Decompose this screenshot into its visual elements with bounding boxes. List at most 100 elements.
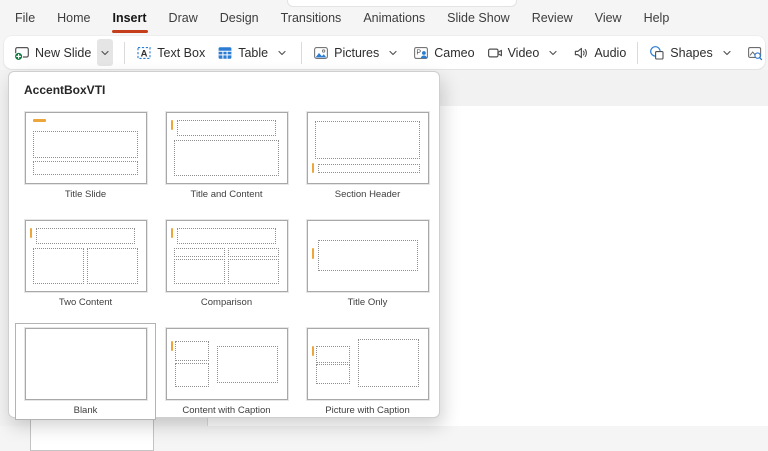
placeholder-box	[318, 240, 418, 271]
placeholder-box	[228, 248, 279, 258]
tab-label: Home	[57, 11, 90, 25]
placeholder-box	[315, 121, 420, 159]
layout-option-content-with-caption[interactable]: Content with Caption	[156, 323, 297, 420]
toolbar-button-label: Cameo	[434, 46, 474, 60]
toolbar-group-divider	[301, 42, 302, 64]
accent-mark	[312, 346, 314, 356]
layout-option-blank[interactable]: Blank	[15, 323, 156, 420]
shapes-button[interactable]: Shapes	[643, 39, 740, 66]
layout-thumbnail	[307, 328, 429, 400]
toolbar-button-label: Shapes	[670, 46, 712, 60]
placeholder-box	[36, 228, 135, 244]
layout-option-title-only[interactable]: Title Only	[297, 215, 438, 312]
tab-help[interactable]: Help	[633, 0, 681, 36]
tab-slide-show[interactable]: Slide Show	[436, 0, 521, 36]
tab-label: Slide Show	[447, 11, 510, 25]
toolbar-button-label: Table	[238, 46, 268, 60]
layout-name: Blank	[16, 405, 155, 416]
layout-option-picture-with-caption[interactable]: Picture with Caption	[297, 323, 438, 420]
shapes-icon	[649, 45, 665, 61]
chevron-down-icon[interactable]	[385, 39, 401, 66]
audio-button[interactable]: Audio	[567, 39, 632, 66]
layout-option-title-slide[interactable]: Title Slide	[15, 107, 156, 204]
chevron-down-icon[interactable]	[97, 39, 113, 66]
video-button[interactable]: Video	[481, 39, 568, 66]
stock-images-button[interactable]: Stock Images	[741, 39, 768, 66]
tab-label: Help	[644, 11, 670, 25]
tab-label: Animations	[363, 11, 425, 25]
layout-thumbnail	[166, 328, 288, 400]
toolbar-button-label: Text Box	[157, 46, 205, 60]
placeholder-box	[316, 364, 350, 384]
placeholder-box	[174, 259, 225, 284]
layout-option-comparison[interactable]: Comparison	[156, 215, 297, 312]
placeholder-box	[177, 120, 276, 136]
svg-text:A: A	[141, 48, 148, 59]
layout-grid: Title SlideTitle and ContentSection Head…	[9, 101, 439, 420]
table-button[interactable]: Table	[211, 39, 296, 66]
placeholder-box	[318, 164, 420, 173]
placeholder-box	[175, 341, 209, 361]
placeholder-box	[175, 363, 209, 387]
accent-mark	[171, 120, 173, 130]
placeholder-box	[174, 140, 279, 175]
text-box-icon: A	[136, 45, 152, 61]
tab-design[interactable]: Design	[209, 0, 270, 36]
table-icon	[217, 45, 233, 61]
tab-animations[interactable]: Animations	[352, 0, 436, 36]
svg-text:P: P	[417, 49, 422, 56]
pictures-button[interactable]: Pictures	[307, 39, 407, 66]
layout-option-section-header[interactable]: Section Header	[297, 107, 438, 204]
powerpoint-window: File Home Insert Draw Design Transitions Anima…	[0, 0, 768, 426]
tab-label: Draw	[169, 11, 198, 25]
tab-insert[interactable]: Insert	[102, 0, 158, 36]
layout-option-title-and-content[interactable]: Title and Content	[156, 107, 297, 204]
layout-name: Title Slide	[16, 189, 155, 200]
chevron-down-icon[interactable]	[719, 39, 735, 66]
tab-draw[interactable]: Draw	[158, 0, 209, 36]
layout-option-two-content[interactable]: Two Content	[15, 215, 156, 312]
placeholder-box	[87, 248, 138, 283]
layout-name: Title Only	[298, 297, 437, 308]
placeholder-box	[217, 346, 277, 383]
tab-label: Transitions	[281, 11, 342, 25]
theme-name-heading: AccentBoxVTI	[9, 72, 439, 101]
layout-name: Two Content	[16, 297, 155, 308]
accent-mark	[171, 341, 173, 351]
toolbar-button-label: Pictures	[334, 46, 379, 60]
text-box-button[interactable]: A Text Box	[130, 39, 211, 66]
cameo-button[interactable]: P Cameo	[407, 39, 480, 66]
layout-thumbnail	[307, 112, 429, 184]
layout-name: Content with Caption	[157, 405, 296, 416]
layout-name: Section Header	[298, 189, 437, 200]
layout-name: Comparison	[157, 297, 296, 308]
placeholder-box	[177, 228, 276, 244]
tab-home[interactable]: Home	[46, 0, 101, 36]
placeholder-box	[33, 131, 138, 159]
tab-label: Insert	[113, 11, 147, 25]
stock-images-icon	[747, 45, 763, 61]
layout-name: Picture with Caption	[298, 405, 437, 416]
toolbar-group-divider	[637, 42, 638, 64]
tab-label: File	[15, 11, 35, 25]
tab-label: View	[595, 11, 622, 25]
slide-panel-thumbnail[interactable]	[30, 419, 154, 451]
placeholder-box	[33, 161, 138, 174]
placeholder-box	[33, 248, 84, 283]
new-slide-layout-gallery: AccentBoxVTI Title SlideTitle and Conten…	[8, 71, 440, 418]
audio-icon	[573, 45, 589, 61]
new-slide-button[interactable]: New Slide	[8, 39, 119, 66]
accent-mark	[171, 228, 173, 238]
accent-mark	[33, 119, 46, 122]
accent-mark	[30, 228, 32, 238]
tab-file[interactable]: File	[4, 0, 46, 36]
tab-transitions[interactable]: Transitions	[270, 0, 353, 36]
placeholder-box	[228, 259, 279, 284]
tab-view[interactable]: View	[584, 0, 633, 36]
chevron-down-icon[interactable]	[545, 39, 561, 66]
chevron-down-icon[interactable]	[274, 39, 290, 66]
toolbar-button-label: Audio	[594, 46, 626, 60]
tab-review[interactable]: Review	[521, 0, 584, 36]
toolbar-group-divider	[124, 42, 125, 64]
toolbar-button-label: New Slide	[35, 46, 91, 60]
